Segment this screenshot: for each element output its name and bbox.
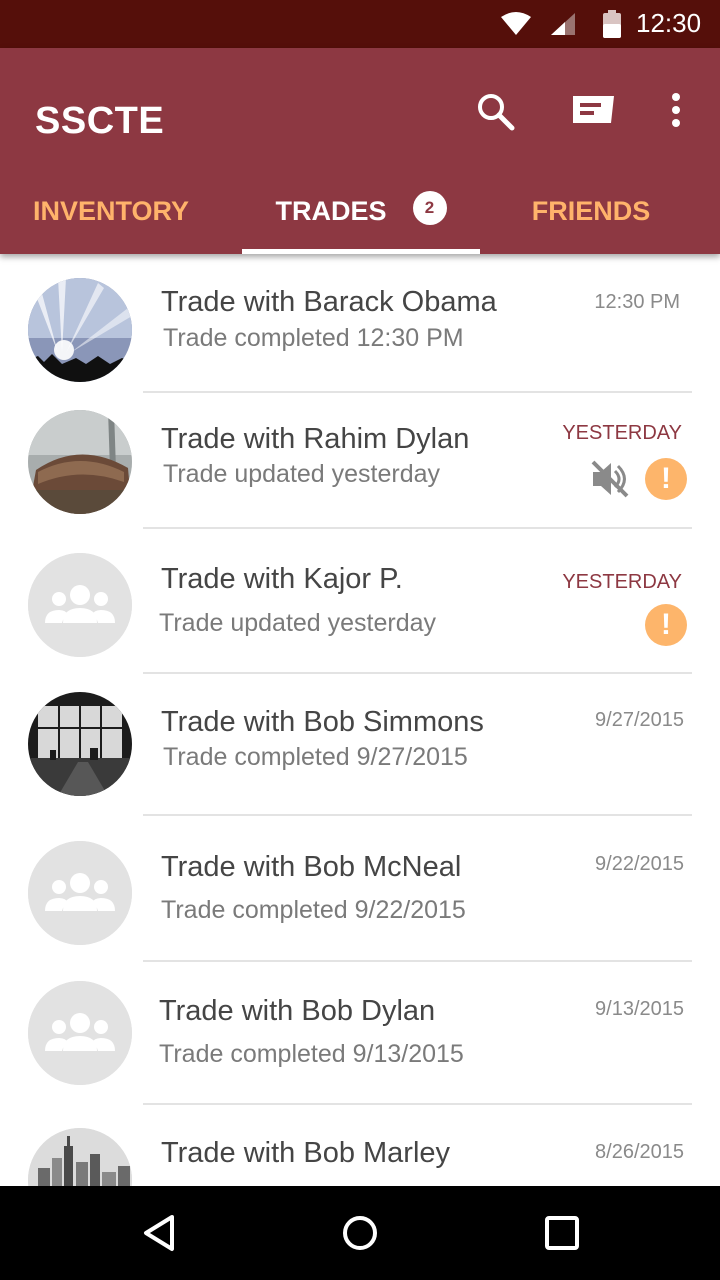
trade-title: Trade with Bob Dylan [159, 995, 436, 1027]
avatar [28, 553, 132, 657]
window-photo [28, 692, 132, 796]
avatar [28, 1128, 132, 1186]
tab-trades[interactable]: TRADES 2 [242, 168, 480, 254]
trades-list: Trade with Barack Obama Trade completed … [0, 254, 720, 1186]
trade-time: 12:30 PM [594, 291, 680, 313]
city-photo [28, 1128, 132, 1186]
trade-time: 9/13/2015 [595, 998, 684, 1020]
trade-subtitle: Trade updated yesterday [159, 609, 437, 637]
tab-friends-label: FRIENDS [531, 195, 651, 226]
group-icon [28, 981, 132, 1085]
tab-bar: INVENTORY TRADES 2 FRIENDS [0, 168, 720, 254]
tab-inventory-label: INVENTORY [32, 195, 190, 226]
trade-time: 8/26/2015 [595, 1141, 684, 1163]
trade-row[interactable]: Trade with Bob Dylan Trade completed 9/1… [0, 962, 720, 1105]
trade-title: Trade with Barack Obama [161, 286, 497, 318]
avatar [28, 692, 132, 796]
group-icon [28, 841, 132, 945]
message-icon[interactable] [570, 90, 614, 134]
trade-row[interactable]: Trade with Rahim Dylan Trade updated yes… [0, 393, 720, 529]
wifi-icon [501, 12, 531, 35]
trade-title: Trade with Bob McNeal [161, 851, 462, 883]
home-icon[interactable] [340, 1213, 380, 1253]
trade-subtitle: Trade completed 9/13/2015 [159, 1040, 464, 1068]
trade-subtitle: Trade completed 12:30 PM [163, 324, 464, 352]
avatar [28, 841, 132, 945]
tab-indicator [242, 249, 480, 254]
trade-row[interactable]: Trade with Bob Simmons Trade completed 9… [0, 674, 720, 816]
trade-row[interactable]: Trade with Kajor P. Trade updated yester… [0, 529, 720, 674]
signal-icon [551, 13, 575, 35]
status-time: 12:30 [636, 8, 702, 38]
trade-row[interactable]: Trade with Barack Obama Trade completed … [0, 254, 720, 393]
avatar [28, 278, 132, 382]
status-bar: 12:30 [0, 0, 720, 48]
battery-icon [603, 10, 621, 38]
back-icon[interactable] [140, 1213, 180, 1253]
avatar [28, 410, 132, 514]
search-icon[interactable] [474, 90, 518, 134]
recents-icon[interactable] [542, 1213, 582, 1253]
alert-icon: ! [645, 604, 687, 646]
trade-title: Trade with Bob Marley [161, 1137, 451, 1169]
concert-photo [28, 278, 132, 382]
trade-title: Trade with Kajor P. [161, 563, 403, 595]
group-icon [28, 553, 132, 657]
more-vert-icon[interactable] [654, 90, 698, 134]
volume-off-icon [591, 460, 629, 498]
woodpile-photo [28, 410, 132, 514]
app-title: SSCTE [35, 100, 165, 142]
trade-subtitle: Trade completed 9/22/2015 [161, 896, 466, 924]
trades-count-badge: 2 [412, 191, 447, 225]
avatar [28, 981, 132, 1085]
tab-trades-label: TRADES [275, 195, 387, 226]
trade-time: 9/27/2015 [595, 709, 684, 731]
trade-subtitle: Trade completed 9/27/2015 [163, 743, 468, 771]
trade-time: 9/22/2015 [595, 853, 684, 875]
trade-title: Trade with Bob Simmons [161, 706, 484, 738]
trade-subtitle: Trade updated yesterday [163, 460, 441, 488]
tab-friends[interactable]: FRIENDS [480, 168, 702, 254]
trade-title: Trade with Rahim Dylan [161, 423, 470, 455]
tab-inventory[interactable]: INVENTORY [0, 168, 222, 254]
alert-icon: ! [645, 458, 687, 500]
app-bar: SSCTE INVENTORY TRADES 2 FRIENDS [0, 48, 720, 254]
trade-time: YESTERDAY [562, 571, 682, 593]
trade-row[interactable]: Trade with Bob Marley 8/26/2015 [0, 1104, 720, 1186]
trade-time: YESTERDAY [562, 422, 682, 444]
trade-row[interactable]: Trade with Bob McNeal Trade completed 9/… [0, 816, 720, 962]
navigation-bar [0, 1186, 720, 1280]
